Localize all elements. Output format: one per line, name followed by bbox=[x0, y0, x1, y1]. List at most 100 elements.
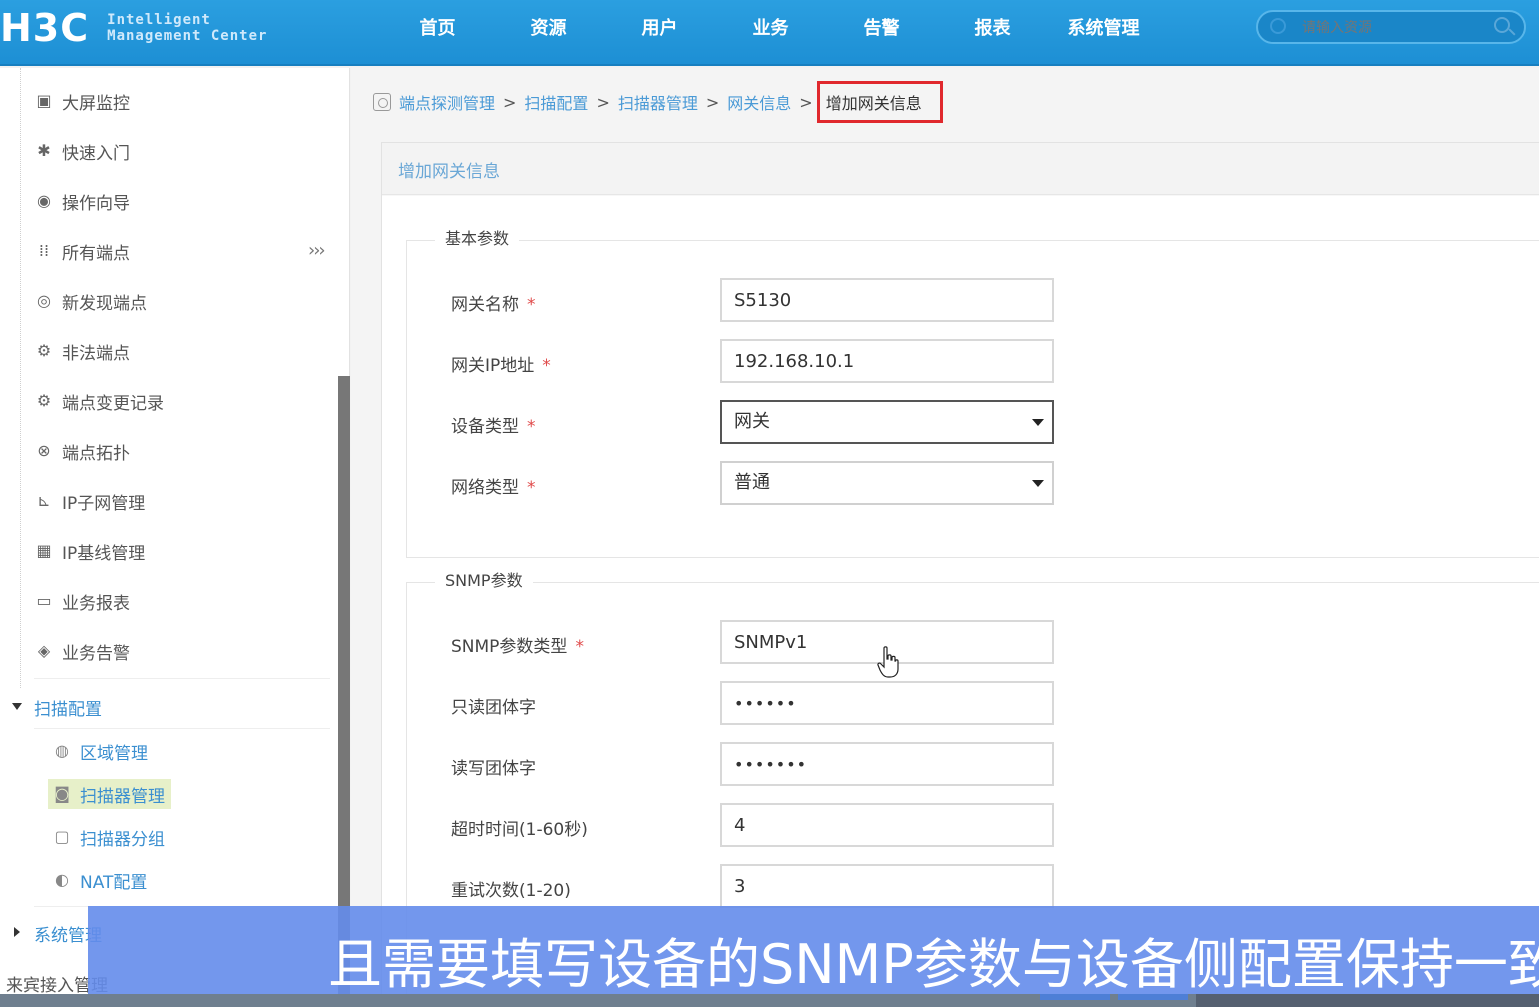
required-mark: * bbox=[542, 356, 551, 376]
sidebar-item-ip-baseline[interactable]: ▦ IP基线管理 bbox=[34, 536, 145, 566]
retries-input[interactable] bbox=[720, 864, 1054, 908]
nav-system[interactable]: 系统管理 bbox=[1048, 0, 1159, 58]
required-mark: * bbox=[527, 417, 536, 437]
discover-icon: ◎ bbox=[37, 291, 51, 310]
breadcrumb-scan-config[interactable]: 扫描配置 bbox=[524, 90, 588, 114]
sidebar-item-label: 大屏监控 bbox=[62, 93, 130, 114]
hand-cursor-icon bbox=[877, 646, 899, 678]
network-type-select[interactable]: 普通 bbox=[720, 461, 1054, 505]
sidebar-item-big-screen[interactable]: ▣ 大屏监控 bbox=[34, 86, 130, 116]
label-text: 设备类型 bbox=[451, 417, 519, 437]
search-input[interactable] bbox=[1302, 17, 1482, 37]
sidebar-item-service-report[interactable]: ▭ 业务报表 bbox=[34, 586, 130, 616]
breadcrumb-separator: > bbox=[799, 92, 813, 112]
sidebar-item-label: 区域管理 bbox=[80, 743, 148, 764]
sidebar-item-label: 端点拓扑 bbox=[62, 443, 130, 464]
monitor-icon: ▣ bbox=[36, 91, 52, 110]
divider bbox=[34, 678, 330, 679]
write-community-input[interactable] bbox=[720, 742, 1054, 786]
nav-user[interactable]: 用户 bbox=[604, 0, 715, 58]
breadcrumb-scanner-manage[interactable]: 扫描器管理 bbox=[618, 90, 698, 114]
main-nav: 首页 资源 用户 业务 告警 报表 系统管理 bbox=[382, 0, 1159, 58]
breadcrumb-gateway-info[interactable]: 网关信息 bbox=[727, 90, 791, 114]
sidebar-item-wizard[interactable]: ◉ 操作向导 bbox=[34, 186, 130, 216]
search-icon[interactable] bbox=[1494, 17, 1510, 33]
nav-report[interactable]: 报表 bbox=[937, 0, 1048, 58]
grid-icon: ⁞⁞ bbox=[38, 241, 50, 260]
sidebar-item-label: IP基线管理 bbox=[62, 543, 146, 564]
gateway-ip-input[interactable] bbox=[720, 339, 1054, 383]
sidebar-item-region[interactable]: ◍ 区域管理 bbox=[52, 736, 148, 766]
caret-right-icon[interactable] bbox=[14, 927, 20, 937]
breadcrumb-separator: > bbox=[705, 92, 720, 112]
expand-arrows-icon[interactable]: ››› bbox=[308, 240, 326, 261]
sidebar-item-change-record[interactable]: ⚙ 端点变更记录 bbox=[34, 386, 164, 416]
sidebar-item-ip-subnet[interactable]: ⊾ IP子网管理 bbox=[34, 486, 145, 516]
alarm-icon: ◈ bbox=[37, 641, 51, 660]
logo[interactable]: H3C Intelligent Management Center bbox=[0, 6, 267, 50]
sidebar-item-illegal-endpoints[interactable]: ⚙ 非法端点 bbox=[34, 336, 130, 366]
field-label-device-type: 设备类型 * bbox=[451, 412, 536, 437]
sidebar-item-all-endpoints[interactable]: ⁞⁞ 所有端点 bbox=[34, 236, 130, 266]
gear-icon: ✱ bbox=[37, 141, 51, 160]
logo-sub-line2: Management Center bbox=[107, 28, 268, 44]
breadcrumb-separator: > bbox=[503, 92, 517, 112]
gateway-name-input[interactable] bbox=[720, 278, 1054, 322]
sidebar-item-new-endpoints[interactable]: ◎ 新发现端点 bbox=[34, 286, 147, 316]
sidebar-item-label: 业务报表 bbox=[62, 593, 130, 614]
nav-resource[interactable]: 资源 bbox=[493, 0, 604, 58]
progress-segment bbox=[1040, 994, 1110, 1000]
sidebar-item-quick-start[interactable]: ✱ 快速入门 bbox=[34, 136, 130, 166]
sidebar-item-label: 扫描器管理 bbox=[80, 786, 165, 807]
subtitle-text: 且需要填写设备的SNMP参数与设备侧配置保持一致 bbox=[328, 933, 1539, 994]
required-mark: * bbox=[527, 295, 536, 315]
search-scope-icon[interactable] bbox=[1270, 18, 1286, 34]
topology-icon: ⊗ bbox=[37, 441, 51, 460]
nav-alarm[interactable]: 告警 bbox=[826, 0, 937, 58]
search-box bbox=[1256, 10, 1526, 44]
wizard-icon: ◉ bbox=[37, 191, 51, 210]
breadcrumb-current: 增加网关信息 bbox=[816, 81, 943, 123]
video-progress-strip bbox=[0, 994, 1539, 1007]
select-value: 普通 bbox=[734, 472, 770, 493]
nat-icon: ◐ bbox=[55, 870, 69, 889]
sidebar-group-label: 扫描配置 bbox=[34, 699, 102, 720]
nav-home[interactable]: 首页 bbox=[382, 0, 493, 58]
logo-sub-line1: Intelligent bbox=[107, 12, 211, 28]
basic-params-section: 基本参数 网关名称 * 网关IP地址 * 设备类型 * 网关 bbox=[406, 225, 1539, 558]
field-label-write-community: 读写团体字 bbox=[451, 754, 536, 779]
logo-text: H3C bbox=[0, 6, 90, 50]
panel-body: 基本参数 网关名称 * 网关IP地址 * 设备类型 * 网关 bbox=[382, 196, 1539, 1007]
breadcrumb: 端点探测管理 > 扫描配置 > 扫描器管理 > 网关信息 > 增加网关信息 bbox=[373, 81, 943, 123]
field-label-retries: 重试次数(1-20) bbox=[451, 876, 571, 901]
sidebar-item-label: NAT配置 bbox=[80, 872, 148, 893]
sidebar-item-label: 非法端点 bbox=[62, 343, 130, 364]
sidebar-item-scanner[interactable]: ◙ 扫描器管理 bbox=[48, 779, 171, 809]
progress-track bbox=[1196, 994, 1539, 1007]
caret-down-icon[interactable] bbox=[12, 703, 22, 710]
breadcrumb-endpoint-detect[interactable]: 端点探测管理 bbox=[399, 90, 495, 114]
device-type-select[interactable]: 网关 bbox=[720, 400, 1054, 444]
sidebar-group-scan-config[interactable]: 扫描配置 bbox=[34, 692, 102, 722]
field-label-gateway-name: 网关名称 * bbox=[451, 290, 536, 315]
breadcrumb-home-icon bbox=[373, 93, 391, 111]
sidebar-item-nat[interactable]: ◐ NAT配置 bbox=[52, 865, 147, 895]
sidebar-item-service-alarm[interactable]: ◈ 业务告警 bbox=[34, 636, 130, 666]
nav-service[interactable]: 业务 bbox=[715, 0, 826, 58]
progress-segment bbox=[1118, 994, 1188, 1000]
timeout-input[interactable] bbox=[720, 803, 1054, 847]
sidebar-item-topology[interactable]: ⊗ 端点拓扑 bbox=[34, 436, 130, 466]
chevron-down-icon bbox=[1032, 419, 1044, 426]
subtitle-bar: 且需要填写设备的SNMP参数与设备侧配置保持一致 bbox=[88, 906, 1539, 994]
read-community-input[interactable] bbox=[720, 681, 1054, 725]
record-icon: ⚙ bbox=[36, 391, 52, 410]
select-value: 网关 bbox=[734, 411, 770, 432]
sidebar-item-label: 新发现端点 bbox=[62, 293, 147, 314]
label-text: SNMP参数类型 bbox=[451, 637, 568, 657]
sidebar-item-scanner-group[interactable]: ▢ 扫描器分组 bbox=[52, 822, 165, 852]
label-text: 重试次数(1-20) bbox=[451, 881, 571, 901]
sidebar-item-label: 扫描器分组 bbox=[80, 829, 165, 850]
subnet-icon: ⊾ bbox=[37, 491, 51, 510]
group-icon: ▢ bbox=[54, 827, 70, 846]
label-text: 超时时间(1-60秒) bbox=[451, 820, 588, 840]
